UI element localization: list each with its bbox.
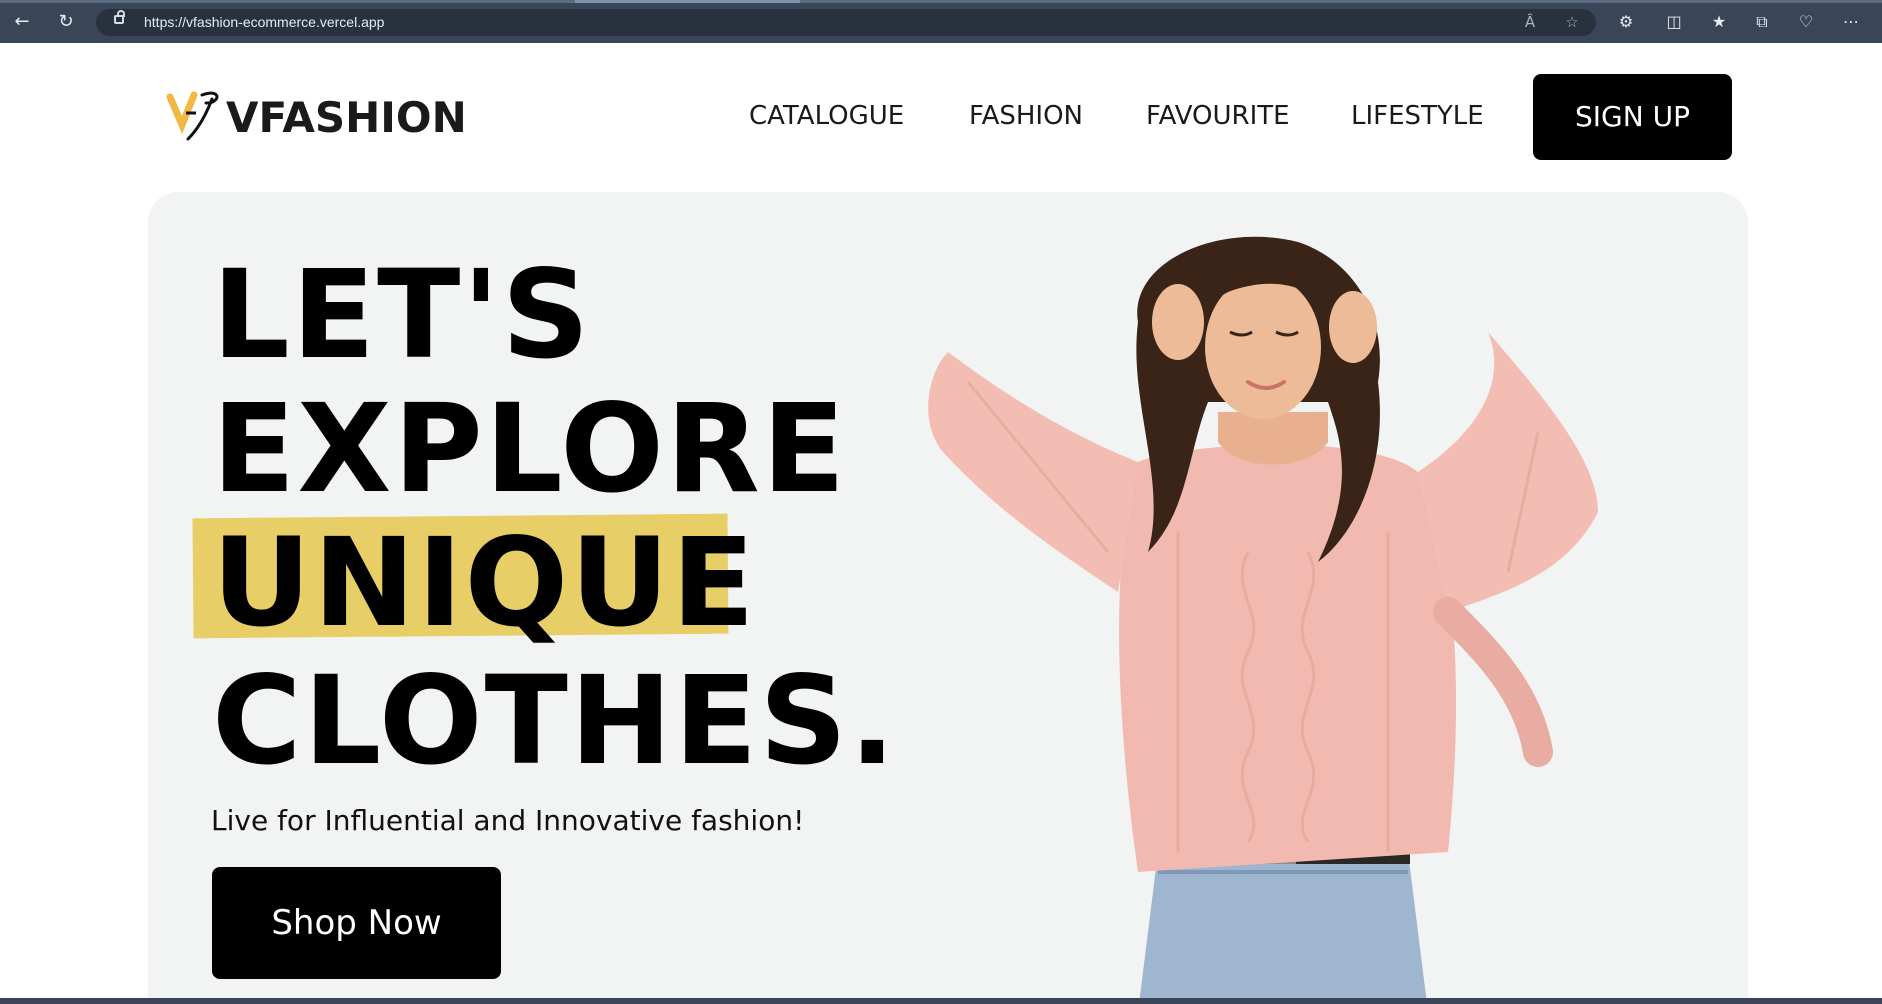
site-header: VFASHION CATALOGUE FASHION FAVOURITE LIF…: [0, 43, 1882, 193]
hero-tagline: Live for Influential and Innovative fash…: [211, 804, 805, 837]
collections-icon[interactable]: ⧉: [1751, 11, 1773, 33]
nav-fashion[interactable]: FASHION: [969, 101, 1083, 131]
signup-button[interactable]: SIGN UP: [1533, 74, 1732, 160]
extensions-icon[interactable]: ⚙: [1615, 11, 1637, 33]
more-icon[interactable]: ⋯: [1840, 11, 1862, 33]
refresh-icon[interactable]: ↻: [54, 10, 78, 34]
logo-wordmark: VFASHION: [226, 93, 467, 142]
browser-toolbar: ← ↻ https://vfashion-ecommerce.vercel.ap…: [0, 0, 1882, 43]
window-bottom-edge: [0, 998, 1882, 1004]
split-screen-icon[interactable]: ◫: [1663, 11, 1685, 33]
lock-icon[interactable]: [114, 10, 125, 24]
favorites-icon[interactable]: ★: [1708, 11, 1730, 33]
headline-line-4: CLOTHES.: [212, 650, 898, 792]
nav-favourite[interactable]: FAVOURITE: [1146, 101, 1290, 131]
address-bar[interactable]: https://vfashion-ecommerce.vercel.app Ȃ…: [96, 9, 1596, 36]
read-aloud-icon[interactable]: Ȃ: [1520, 12, 1540, 32]
logo-mark-icon: [166, 91, 219, 141]
back-icon[interactable]: ←: [10, 10, 34, 34]
browser-essentials-icon[interactable]: ♡: [1795, 11, 1817, 33]
hero-model-image: [928, 236, 1598, 1004]
nav-catalogue[interactable]: CATALOGUE: [749, 101, 904, 131]
shop-now-button[interactable]: Shop Now: [212, 867, 501, 979]
headline-line-2: EXPLORE: [212, 378, 848, 520]
headline-line-3: UNIQUE: [212, 512, 757, 654]
favorite-star-icon[interactable]: ☆: [1562, 12, 1582, 32]
url-text[interactable]: https://vfashion-ecommerce.vercel.app: [144, 14, 384, 30]
headline-line-1: LET'S: [212, 244, 592, 386]
hero-section: LET'S EXPLORE UNIQUE CLOTHES. Live for I…: [148, 192, 1748, 1004]
logo[interactable]: VFASHION: [166, 85, 467, 145]
active-tab-indicator[interactable]: [575, 0, 800, 3]
tab-strip: [0, 0, 1882, 3]
nav-lifestyle[interactable]: LIFESTYLE: [1351, 101, 1484, 131]
